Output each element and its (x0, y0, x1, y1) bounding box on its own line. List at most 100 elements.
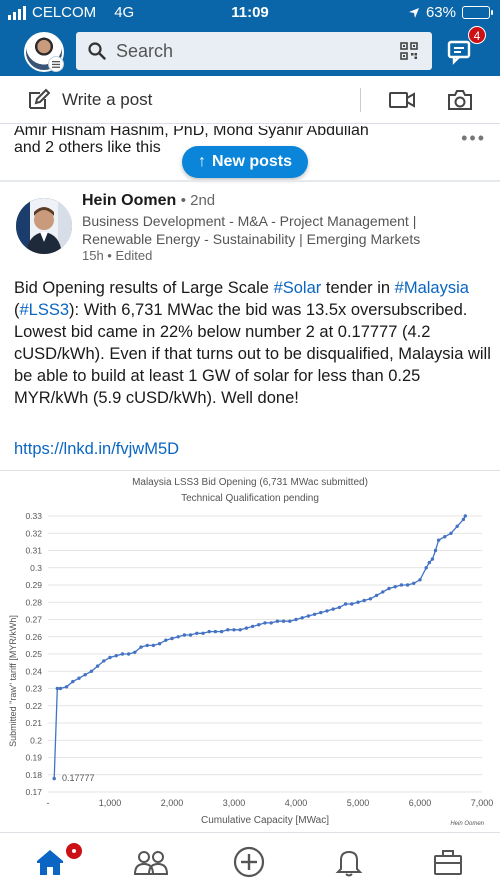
chart-point (145, 643, 149, 648)
share-box: Write a post (0, 76, 500, 124)
video-camera-icon[interactable] (388, 89, 416, 111)
chart-point (319, 610, 323, 615)
hashtag-malaysia[interactable]: #Malaysia (395, 279, 469, 297)
chart-point (207, 629, 211, 634)
chart-point (219, 629, 224, 634)
post-chart-image[interactable]: Malaysia LSS3 Bid Opening (6,731 MWac su… (0, 470, 500, 832)
arrow-up-icon: ↑ (198, 153, 206, 170)
top-app-bar: Search 4 (0, 26, 500, 76)
chart-point (238, 628, 242, 632)
search-placeholder: Search (116, 40, 174, 61)
chart-y-tick-label: 0.3 (30, 563, 42, 573)
post-timestamp: 15h • Edited (82, 248, 153, 263)
new-posts-label: New posts (212, 153, 293, 170)
nav-jobs[interactable] (428, 845, 468, 879)
new-posts-button[interactable]: ↑ New posts (182, 146, 309, 178)
search-bar[interactable]: Search (76, 32, 432, 70)
chart-point (232, 628, 236, 632)
nav-notifications[interactable] (329, 845, 369, 879)
home-icon (37, 850, 63, 875)
chart-y-tick-label: 0.23 (25, 684, 42, 694)
status-bar: CELCOM 4G 11:09 63% (0, 0, 500, 26)
chart-point (226, 628, 230, 632)
chart-point (343, 602, 348, 606)
chart-y-tick-label: 0.19 (25, 753, 42, 763)
chart-point (120, 652, 125, 656)
likes-names[interactable]: Amir Hisham Hashim, PhD, Mohd Syahir Abd… (14, 126, 484, 138)
chart-point (430, 557, 435, 561)
chart-x-label: Cumulative Capacity [MWac] (201, 815, 329, 826)
chart-point (368, 597, 373, 601)
bottom-navigation (0, 832, 500, 888)
chart-point (64, 685, 69, 689)
chart-point (77, 676, 81, 680)
chart-y-tick-label: 0.25 (25, 649, 42, 659)
chart-point (102, 659, 106, 663)
write-post-button[interactable]: Write a post (26, 88, 152, 112)
photo-camera-icon[interactable] (446, 88, 474, 112)
chart-y-tick-label: 0.26 (25, 632, 42, 642)
chart-x-tick-label: - (47, 798, 50, 808)
post-text: Bid Opening results of Large Scale #Sola… (14, 277, 492, 409)
author-name-line[interactable]: Hein Oomen • 2nd (82, 192, 215, 210)
chart-point (195, 631, 199, 635)
chart-point (52, 776, 56, 781)
briefcase-icon (434, 850, 462, 875)
chart-point (157, 642, 162, 646)
chart-point (55, 686, 59, 691)
chart-title: Malaysia LSS3 Bid Opening (6,731 MWac su… (132, 477, 368, 488)
pencil-icon (29, 88, 50, 109)
chart-x-tick-label: 6,000 (409, 798, 432, 808)
chart-point (443, 535, 447, 539)
qr-code-icon[interactable] (400, 42, 418, 60)
bell-icon (335, 850, 363, 877)
chart-point (350, 602, 354, 606)
hashtag-lss3[interactable]: #LSS3 (20, 301, 70, 319)
hashtag-solar[interactable]: #Solar (274, 279, 322, 297)
feed-divider (0, 180, 500, 182)
chart-x-tick-label: 7,000 (471, 798, 494, 808)
chart-point (436, 538, 441, 542)
chart-point (294, 617, 298, 622)
chart-point (374, 593, 379, 598)
chart-point (139, 645, 143, 649)
nav-post[interactable] (229, 845, 269, 879)
author-name[interactable]: Hein Oomen (82, 192, 176, 209)
chart-point (126, 652, 131, 656)
chart-point (275, 619, 280, 623)
chart-point (170, 636, 174, 641)
chart-point (257, 623, 261, 627)
more-options-icon[interactable]: ••• (461, 128, 486, 149)
chart-y-tick-label: 0.27 (25, 615, 42, 625)
chart-y-tick-label: 0.24 (25, 666, 42, 676)
post-text-part: ): With 6,731 MWac the bid was 13.5x ove… (14, 301, 491, 407)
chart-x-tick-label: 2,000 (161, 798, 184, 808)
battery-icon (462, 6, 493, 19)
chart-point (213, 629, 218, 634)
chart-subtitle: Technical Qualification pending (181, 493, 319, 504)
chart-point (89, 669, 94, 673)
chart-point (188, 633, 193, 637)
chart-point (300, 616, 304, 620)
menu-icon[interactable] (48, 56, 64, 72)
chart-annotation: 0.17777 (62, 773, 95, 783)
chart-point (405, 583, 410, 587)
chart-y-label: Submitted "raw" tariff [MYR/kWh] (8, 615, 18, 747)
chart-point (176, 635, 180, 639)
nav-my-network[interactable] (131, 845, 171, 879)
chart-point (288, 619, 292, 623)
chart-point (455, 524, 459, 528)
likes-summary[interactable]: and 2 others like this (14, 139, 161, 156)
location-arrow-icon (408, 7, 419, 18)
chart-y-tick-label: 0.18 (25, 770, 42, 780)
chart-y-tick-label: 0.17 (25, 787, 42, 797)
chart-point (244, 626, 249, 630)
chart-point (325, 609, 329, 613)
home-notification-badge (64, 841, 84, 861)
chart-point (95, 664, 100, 668)
post-link[interactable]: https://lnkd.in/fvjwM5D (14, 440, 179, 459)
author-headline: Business Development - M&A - Project Man… (82, 213, 421, 247)
author-avatar[interactable] (16, 198, 72, 254)
chart-point (424, 566, 428, 570)
chart-point (151, 643, 156, 648)
